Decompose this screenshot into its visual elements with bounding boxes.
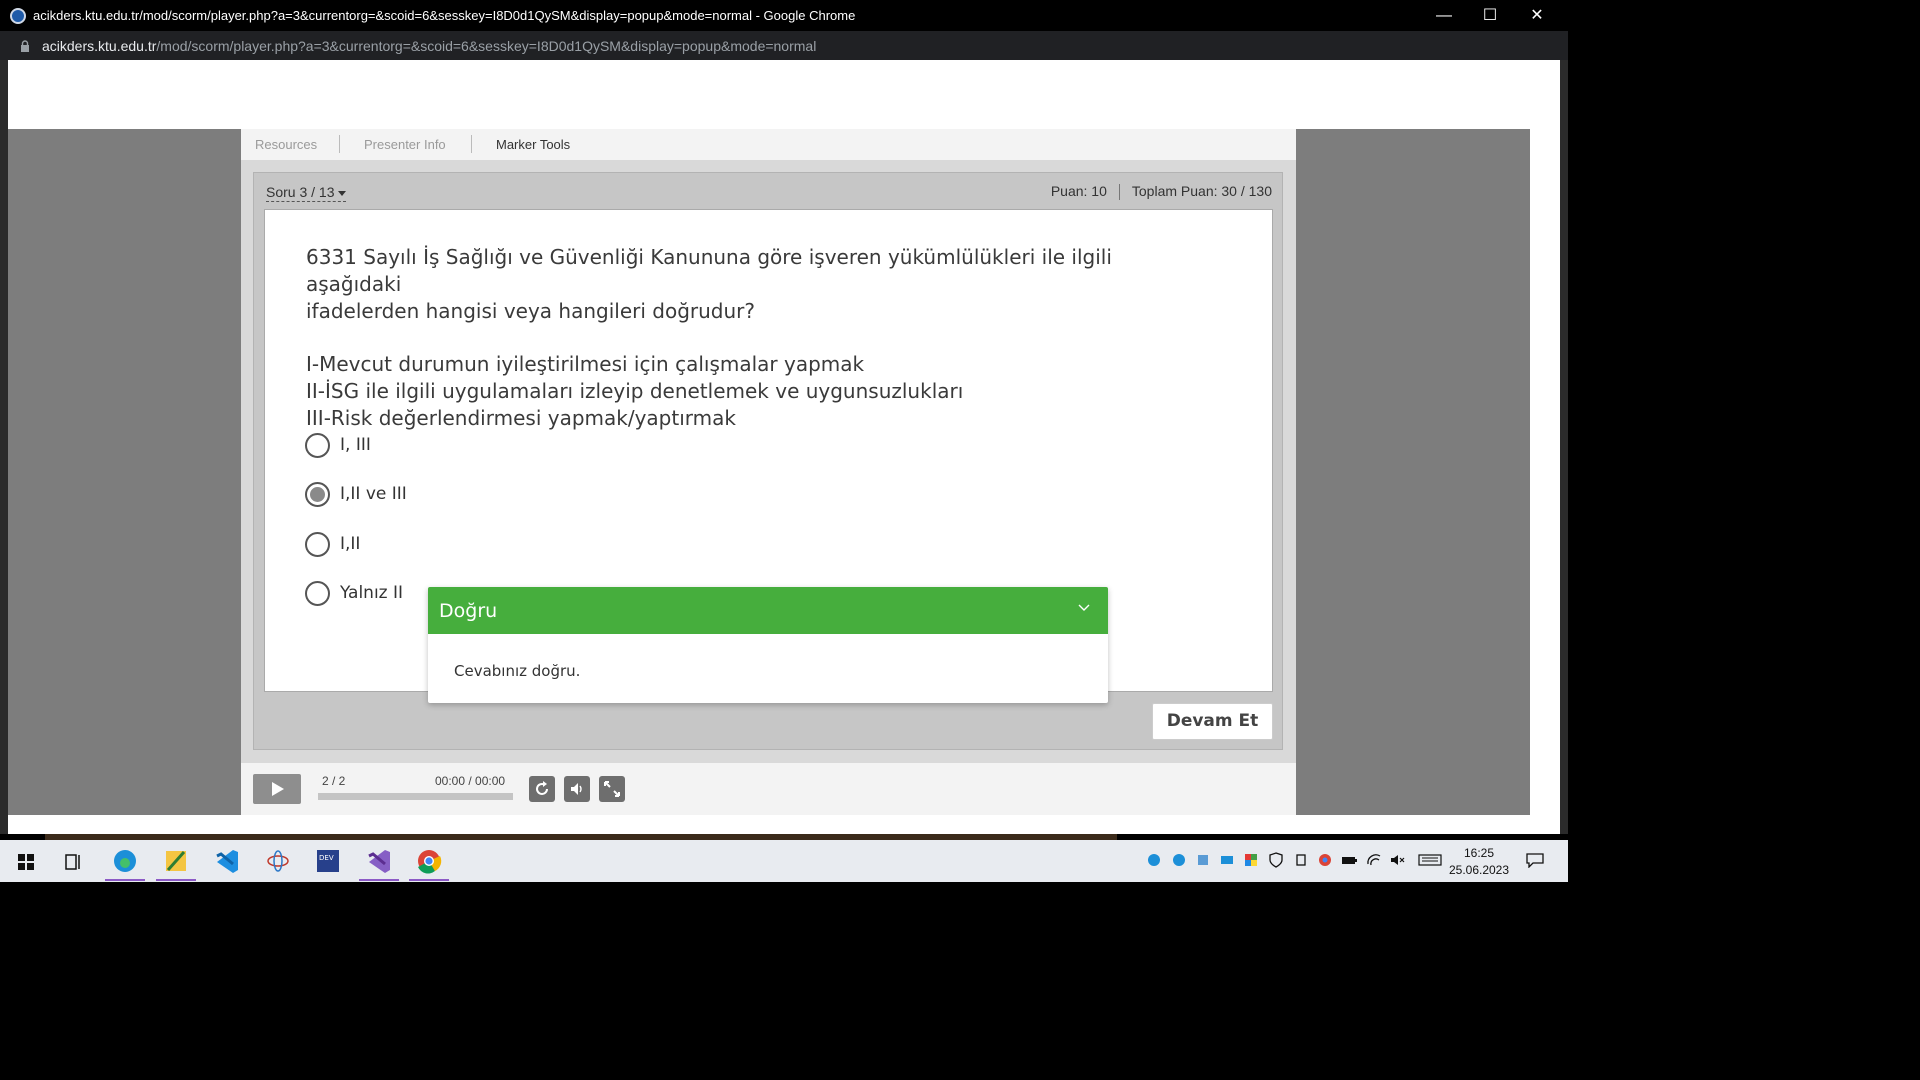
radio-button-selected[interactable] [305,482,330,507]
chrome-icon[interactable] [407,846,451,881]
play-icon[interactable] [253,774,301,804]
window-titlebar: acikders.ktu.edu.tr/mod/scorm/player.php… [0,0,1568,31]
visual-studio-icon[interactable] [357,846,401,881]
app-icon[interactable] [256,846,300,880]
scorm-player: Resources Presenter Info Marker Tools So… [241,129,1296,815]
wifi-icon[interactable] [1366,852,1382,868]
devc-icon[interactable]: DEV [306,846,350,880]
question-nav-dropdown[interactable]: Soru 3 / 13 [266,184,346,202]
clock-date: 25.06.2023 [1448,863,1510,877]
clock-time: 16:25 [1463,846,1495,860]
fullscreen-icon[interactable] [599,776,625,802]
slide-counter: 2 / 2 [322,774,346,788]
player-tabs: Resources Presenter Info Marker Tools [241,129,1296,160]
app-icon[interactable] [154,846,198,881]
tab-marker-tools[interactable]: Marker Tools [496,137,570,152]
url-host: acikders.ktu.edu.tr [42,38,157,54]
option-label: I,II ve III [340,484,407,504]
lock-icon [21,40,29,52]
taskbar-clock[interactable]: 16:25 25.06.2023 [1446,845,1512,879]
edge-tray-icon[interactable] [1171,852,1187,868]
player-controls: 2 / 2 00:00 / 00:00 [241,763,1296,815]
maximize-icon[interactable]: ☐ [1467,0,1513,31]
close-icon[interactable]: ✕ [1514,0,1560,31]
task-view-icon[interactable] [51,846,95,880]
question-line: ifadelerden hangisi veya hangileri doğru… [306,299,755,323]
vscode-icon[interactable] [205,846,249,880]
edge-tray-icon[interactable] [1146,852,1162,868]
active-indicator [359,879,399,881]
option-label: I,II [340,534,361,554]
statement-3: III-Risk değerlendirmesi yapmak/yaptırma… [306,406,736,430]
points-label: Puan: 10 [1050,183,1107,199]
volume-muted-icon[interactable] [1390,852,1406,868]
window-title: acikders.ktu.edu.tr/mod/scorm/player.php… [33,8,856,23]
tab-divider [471,135,472,153]
minimize-icon[interactable]: — [1421,0,1467,31]
url-path: /mod/scorm/player.php?a=3&currentorg=&sc… [156,38,817,54]
score-divider [1118,184,1120,201]
app-tray-icon[interactable] [1195,852,1211,868]
question-text: 6331 Sayılı İş Sağlığı ve Güvenliği Kanu… [306,244,1206,432]
chrome-tray-icon[interactable] [1317,852,1333,868]
feedback-title: Doğru [439,600,498,622]
radio-button[interactable] [305,532,330,557]
right-border [1560,60,1568,834]
keyboard-icon[interactable] [1418,852,1442,868]
device-icon[interactable] [1293,852,1309,868]
battery-icon[interactable] [1341,852,1357,868]
statement-2: II-İSG ile ilgili uygulamaları izleyip d… [306,379,964,403]
chevron-down-icon[interactable] [1078,601,1090,613]
statement-1: I-Mevcut durumun iyileştirilmesi için ça… [306,352,865,376]
page-viewport: Resources Presenter Info Marker Tools So… [8,60,1560,834]
address-bar[interactable]: acikders.ktu.edu.tr/mod/scorm/player.php… [0,31,1568,60]
score-display: Puan: 10 Toplam Puan: 30 / 130 [1050,183,1272,201]
option-label: Yalnız II [340,583,404,603]
replay-icon[interactable] [529,776,555,802]
question-line: 6331 Sayılı İş Sağlığı ve Güvenliği Kanu… [306,245,1112,296]
notification-icon[interactable] [1526,852,1544,869]
volume-icon[interactable] [564,776,590,802]
question-nav-label: Soru 3 / 13 [266,184,335,200]
radio-button[interactable] [305,433,330,458]
active-indicator [105,879,145,881]
option-label: I, III [340,435,371,455]
app-tray-icon[interactable] [1243,852,1259,868]
url-text[interactable]: acikders.ktu.edu.tr/mod/scorm/player.php… [42,38,816,54]
feedback-message: Cevabınız doğru. [454,662,581,680]
active-indicator [409,879,449,881]
tab-resources[interactable]: Resources [255,137,317,152]
feedback-popup: Doğru Cevabınız doğru. [428,587,1108,703]
progress-bar[interactable] [318,793,513,800]
windows-start-icon[interactable] [4,846,48,880]
active-indicator [156,879,196,881]
caret-down-icon [337,190,346,196]
time-display: 00:00 / 00:00 [435,774,506,788]
app-tray-icon[interactable] [1219,852,1235,868]
radio-button[interactable] [305,581,330,606]
site-favicon-icon [10,8,26,24]
shield-icon[interactable] [1268,852,1284,868]
feedback-header[interactable]: Doğru [428,587,1108,634]
svg-text:DEV: DEV [319,854,334,862]
edge-icon[interactable] [103,846,147,881]
total-points-label: Toplam Puan: 30 / 130 [1131,183,1272,199]
left-border [0,60,8,834]
taskbar: DEV 16:25 25.06.2023 [0,840,1568,882]
quiz-frame: Soru 3 / 13 Puan: 10 Toplam Puan: 30 / 13… [253,172,1283,750]
scorm-stage: Resources Presenter Info Marker Tools So… [8,129,1530,815]
tab-presenter-info[interactable]: Presenter Info [364,137,446,152]
tab-divider [339,135,340,153]
continue-button[interactable]: Devam Et [1152,703,1273,740]
